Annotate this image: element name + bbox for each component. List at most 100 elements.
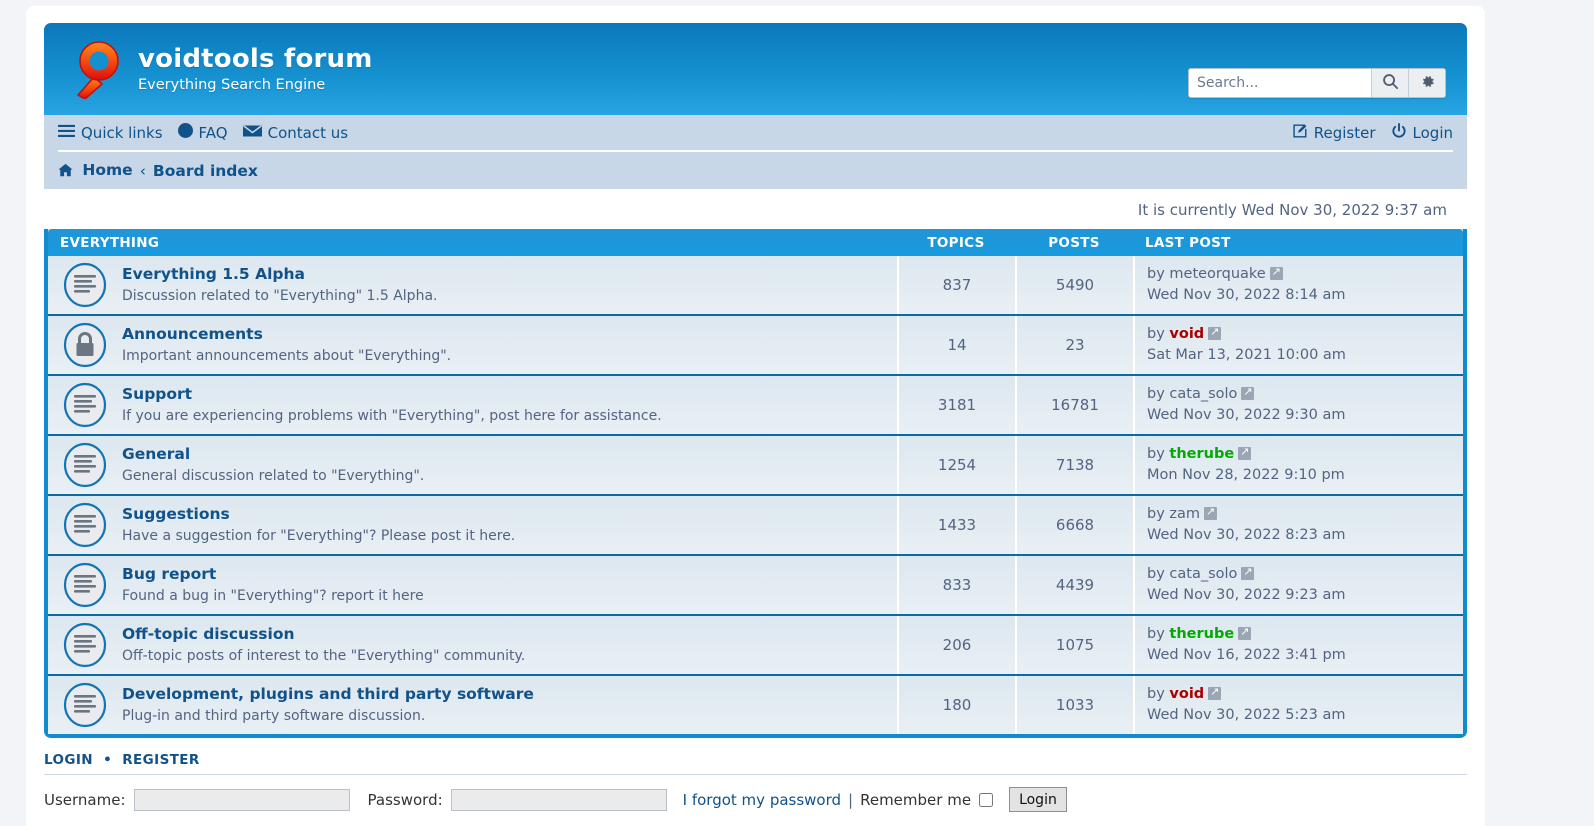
forum-row: Support If you are experiencing problems …: [48, 374, 1463, 434]
forum-link[interactable]: General: [122, 445, 190, 463]
by-label: by: [1147, 446, 1165, 463]
last-post-author-line: by meteorquake: [1147, 264, 1463, 285]
forum-last-post-cell: by zam Wed Nov 30, 2022 8:23 am: [1133, 496, 1463, 554]
goto-last-post-icon[interactable]: [1208, 684, 1222, 701]
last-post-date: Wed Nov 30, 2022 9:30 am: [1147, 407, 1346, 423]
site-header: voidtools forum Everything Search Engine: [44, 23, 1467, 115]
goto-last-post-icon[interactable]: [1241, 384, 1255, 401]
forum-last-post-cell: by therube Wed Nov 16, 2022 3:41 pm: [1133, 616, 1463, 674]
register-heading-link[interactable]: REGISTER: [122, 752, 199, 768]
last-post-author-line: by cata_solo: [1147, 564, 1463, 585]
navbar: Quick links FAQ Contact us Register Logi…: [44, 115, 1467, 189]
by-label: by: [1147, 626, 1165, 643]
forum-unread-icon: [62, 502, 108, 548]
forum-topics-count: 837: [897, 256, 1015, 314]
login-form-row: Username: Password: I forgot my password…: [44, 775, 1467, 812]
faq-link[interactable]: FAQ: [177, 123, 228, 142]
last-post-date: Mon Nov 28, 2022 9:10 pm: [1147, 467, 1345, 483]
forum-link[interactable]: Off-topic discussion: [122, 625, 295, 643]
site-logo-block[interactable]: voidtools forum Everything Search Engine: [44, 39, 373, 100]
password-input[interactable]: [450, 788, 667, 811]
last-post-author[interactable]: void: [1169, 686, 1204, 702]
goto-last-post-icon[interactable]: [1204, 504, 1218, 521]
forum-link[interactable]: Development, plugins and third party sof…: [122, 685, 534, 703]
username-input[interactable]: [133, 788, 350, 811]
forum-category-header: EVERYTHING TOPICS POSTS LAST POST: [48, 229, 1463, 256]
current-time-text: It is currently Wed Nov 30, 2022 9:37 am: [1137, 201, 1447, 219]
breadcrumb-board-index[interactable]: Board index: [153, 162, 258, 180]
forum-topics-count: 833: [897, 556, 1015, 614]
breadcrumb: Home ‹ Board index: [58, 161, 258, 181]
forum-topics-count: 1433: [897, 496, 1015, 554]
power-icon: [1391, 122, 1407, 143]
login-heading-link[interactable]: LOGIN: [44, 752, 93, 768]
forum-unread-icon: [62, 442, 108, 488]
forum-posts-count: 6668: [1015, 496, 1133, 554]
forum-link[interactable]: Bug report: [122, 565, 216, 583]
last-post-author[interactable]: meteorquake: [1169, 266, 1265, 282]
last-post-author[interactable]: cata_solo: [1169, 566, 1237, 582]
forum-topics-count: 1254: [897, 436, 1015, 494]
faq-label: FAQ: [198, 123, 228, 142]
last-post-author[interactable]: zam: [1169, 506, 1200, 522]
forum-last-post-cell: by void Wed Nov 30, 2022 5:23 am: [1133, 676, 1463, 734]
forgot-password-link[interactable]: I forgot my password: [683, 791, 841, 809]
contact-us-label: Contact us: [267, 123, 349, 142]
last-post-author[interactable]: therube: [1169, 626, 1234, 642]
goto-last-post-icon[interactable]: [1208, 324, 1222, 341]
site-description: Everything Search Engine: [138, 77, 326, 94]
last-post-author[interactable]: therube: [1169, 446, 1234, 462]
search-options-button[interactable]: [1408, 69, 1445, 97]
magnifier-logo-icon: [66, 39, 122, 100]
goto-last-post-icon[interactable]: [1238, 624, 1252, 641]
category-name[interactable]: EVERYTHING: [48, 235, 897, 251]
forum-row: Off-topic discussion Off-topic posts of i…: [48, 614, 1463, 674]
forum-unread-icon: [62, 562, 108, 608]
last-post-author-line: by therube: [1147, 444, 1463, 465]
contact-us-link[interactable]: Contact us: [242, 123, 349, 142]
login-label: Login: [1412, 123, 1453, 142]
login-heading-separator: •: [103, 752, 113, 768]
username-label: Username:: [44, 790, 126, 809]
column-header-posts: POSTS: [1048, 234, 1100, 251]
forum-title-cell: Everything 1.5 Alpha Discussion related t…: [48, 256, 897, 314]
home-icon: [58, 163, 73, 181]
goto-last-post-icon[interactable]: [1241, 564, 1255, 581]
search-box[interactable]: [1188, 68, 1446, 98]
forum-description: Important announcements about "Everythin…: [122, 348, 452, 365]
login-submit-button[interactable]: Login: [1009, 787, 1067, 812]
forum-title-cell: General General discussion related to "Ev…: [48, 436, 897, 494]
search-submit-button[interactable]: [1371, 69, 1408, 97]
forum-description: If you are experiencing problems with "E…: [122, 408, 662, 425]
last-post-author-line: by zam: [1147, 504, 1463, 525]
breadcrumb-home[interactable]: Home: [58, 161, 133, 181]
last-post-author-line: by void: [1147, 684, 1463, 705]
forum-link[interactable]: Announcements: [122, 325, 263, 343]
login-link[interactable]: Login: [1391, 122, 1453, 143]
forum-last-post-cell: by cata_solo Wed Nov 30, 2022 9:23 am: [1133, 556, 1463, 614]
goto-last-post-icon[interactable]: [1269, 264, 1283, 281]
last-post-author[interactable]: void: [1169, 326, 1204, 342]
envelope-icon: [242, 124, 262, 142]
by-label: by: [1147, 326, 1165, 343]
search-input[interactable]: [1189, 69, 1371, 97]
forum-posts-count: 5490: [1015, 256, 1133, 314]
search-icon: [1382, 73, 1399, 93]
forum-topics-count: 3181: [897, 376, 1015, 434]
last-post-author-line: by void: [1147, 324, 1463, 345]
register-link[interactable]: Register: [1292, 123, 1376, 143]
remember-me-checkbox[interactable]: [979, 792, 994, 807]
goto-last-post-icon[interactable]: [1238, 444, 1252, 461]
column-header-last-post: LAST POST: [1145, 234, 1231, 251]
forum-row: Development, plugins and third party sof…: [48, 674, 1463, 734]
forum-row: Suggestions Have a suggestion for "Everyt…: [48, 494, 1463, 554]
forum-posts-count: 1075: [1015, 616, 1133, 674]
forum-link[interactable]: Support: [122, 385, 192, 403]
forum-link[interactable]: Suggestions: [122, 505, 230, 523]
quick-links-menu[interactable]: Quick links: [58, 124, 163, 142]
by-label: by: [1147, 566, 1165, 583]
forum-title-cell: Suggestions Have a suggestion for "Everyt…: [48, 496, 897, 554]
last-post-author[interactable]: cata_solo: [1169, 386, 1237, 402]
forum-link[interactable]: Everything 1.5 Alpha: [122, 265, 305, 283]
last-post-date: Wed Nov 30, 2022 5:23 am: [1147, 707, 1346, 723]
